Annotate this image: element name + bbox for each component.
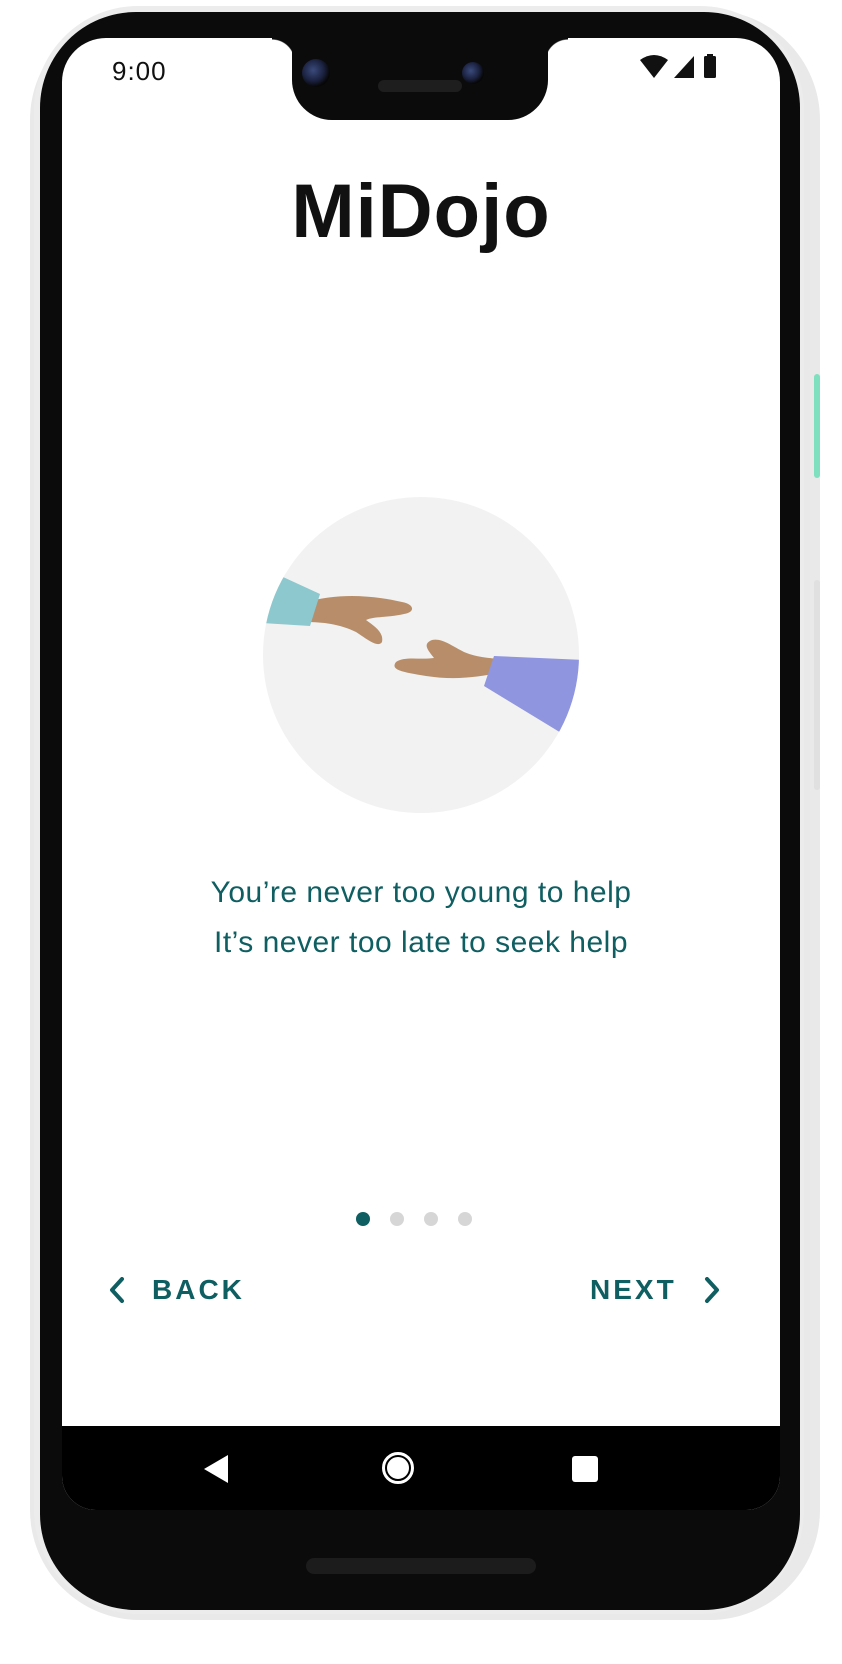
next-button[interactable]: NEXT <box>590 1268 721 1312</box>
illustration-circle-bg <box>263 497 579 813</box>
notch <box>292 38 548 120</box>
wifi-icon <box>640 55 668 78</box>
home-circle-icon[interactable] <box>380 1450 416 1486</box>
page-indicator <box>356 1212 472 1228</box>
recents-square-icon[interactable] <box>570 1454 600 1484</box>
back-triangle-icon[interactable] <box>202 1454 230 1484</box>
notch-corner-right <box>544 38 568 62</box>
front-camera-icon <box>302 59 330 87</box>
back-button-label: BACK <box>152 1274 245 1305</box>
volume-button <box>814 580 820 790</box>
page-dot-1[interactable] <box>356 1212 370 1226</box>
page-dot-3[interactable] <box>424 1212 438 1226</box>
next-button-label: NEXT <box>590 1274 677 1305</box>
system-nav-bar <box>62 1426 780 1510</box>
power-button <box>814 374 820 478</box>
page-dot-2[interactable] <box>390 1212 404 1226</box>
device-bottom-grille <box>306 1558 536 1574</box>
chevron-left-icon <box>110 1277 124 1303</box>
status-time: 9:00 <box>112 56 167 86</box>
page-dot-4[interactable] <box>458 1212 472 1226</box>
tagline-line-1: You’re never too young to help <box>210 876 632 909</box>
tagline-line-2: It’s never too late to seek help <box>213 926 629 959</box>
helping-hands-illustration <box>263 497 579 813</box>
earpiece-speaker <box>378 80 462 92</box>
cell-signal-icon <box>674 56 694 78</box>
chevron-right-icon <box>704 1277 719 1303</box>
back-button[interactable]: BACK <box>108 1268 245 1312</box>
notch-corner-left <box>272 38 296 62</box>
front-sensor-icon <box>462 62 484 84</box>
status-icons <box>640 54 716 78</box>
app-title: MiDojo <box>291 169 551 254</box>
battery-icon <box>704 54 716 78</box>
